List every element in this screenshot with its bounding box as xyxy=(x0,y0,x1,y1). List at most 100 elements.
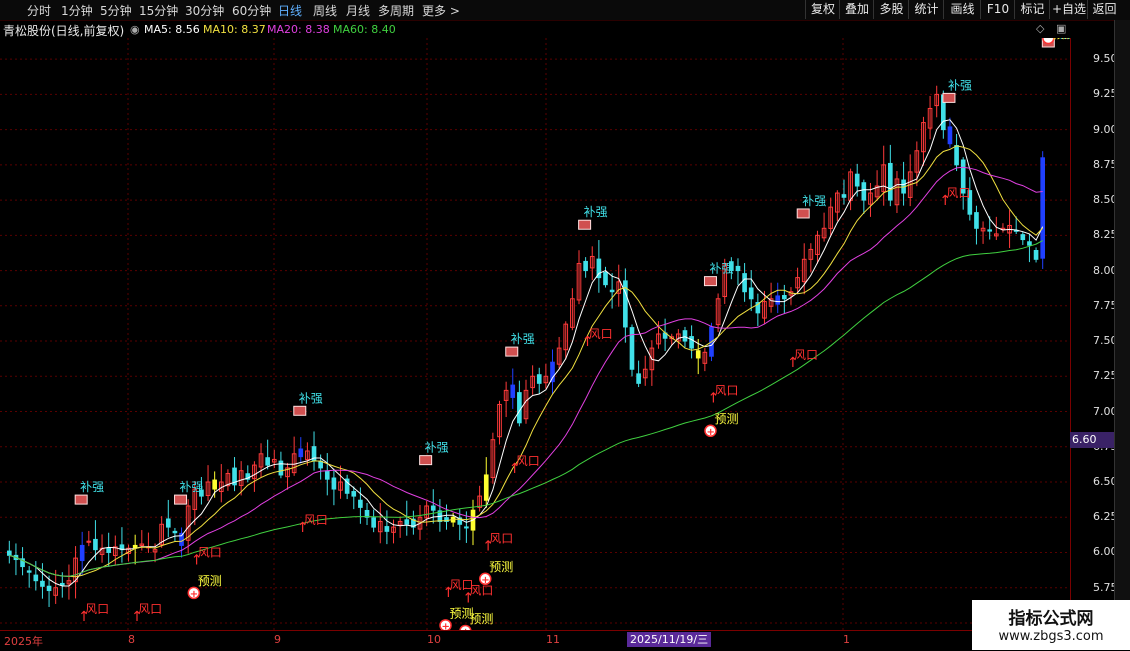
bu-qiang-label: 补强 xyxy=(511,332,535,346)
period-tab-2[interactable]: 5分钟 xyxy=(100,2,132,19)
candle-body xyxy=(1020,234,1026,241)
bu-qiang-label: 补强 xyxy=(584,205,608,219)
toolbar-button-3[interactable]: 统计 xyxy=(908,0,944,19)
candle-body xyxy=(106,547,111,553)
period-tab-5[interactable]: 60分钟 xyxy=(232,2,271,19)
plus-icon: + xyxy=(442,621,450,630)
candle-body xyxy=(841,194,847,198)
toolbar-button-4[interactable]: 画线 xyxy=(943,0,981,19)
period-tab-3[interactable]: 15分钟 xyxy=(139,2,178,19)
current-price-tag: 6.60 xyxy=(1070,432,1116,448)
toolbar-button-2[interactable]: 多股 xyxy=(873,0,909,19)
ma-line-20 xyxy=(9,166,1043,577)
candle-body xyxy=(609,289,615,293)
ma-line-10 xyxy=(9,145,1044,578)
period-tab-10[interactable]: 更多 > xyxy=(422,2,460,19)
candlestick-chart[interactable]: 补强补强补强补强补强补强补强补强补强补强↑风口↑风口↑风口↑风口↑风口↑风口↑风… xyxy=(0,38,1070,630)
candle-body xyxy=(603,271,608,286)
candle-body xyxy=(517,392,522,424)
plus-icon: + xyxy=(706,427,714,438)
toolbar-button-6[interactable]: 标记 xyxy=(1014,0,1050,19)
plus-icon: + xyxy=(481,575,489,586)
bu-qiang-label: 补强 xyxy=(80,480,104,494)
period-tab-4[interactable]: 30分钟 xyxy=(185,2,224,19)
ma20-readout: MA20: 8.38 xyxy=(267,23,330,36)
period-tab-6[interactable]: 日线 xyxy=(278,2,302,19)
candle-body xyxy=(974,212,979,229)
candle-body xyxy=(298,448,304,458)
yu-ce-label: 预测 xyxy=(1052,38,1070,41)
period-tab-7[interactable]: 周线 xyxy=(313,2,337,19)
watermark: 指标公式网 www.zbgs3.com xyxy=(972,600,1130,650)
price-axis: 9.50 9.25 9.00 8.75 8.50 8.25 8.00 7.75 7.50 7.25… xyxy=(1070,38,1118,630)
candle-body xyxy=(1040,157,1046,259)
house-icon xyxy=(578,219,592,230)
yu-ce-label: 预测 xyxy=(489,560,513,574)
toolbar-button-5[interactable]: F10 xyxy=(980,0,1015,19)
date-tick: 9 xyxy=(274,633,281,646)
candle-body xyxy=(33,574,39,582)
feng-kou-label: 风口 xyxy=(304,513,328,527)
candle-body xyxy=(278,460,284,476)
indicator-info-bar: 青松股份(日线,前复权) ◉ MA5: 8.56 MA10: 8.37 MA20… xyxy=(0,20,1070,38)
candle-body xyxy=(464,526,469,529)
candle-body xyxy=(636,373,641,384)
house-icon xyxy=(293,405,307,416)
period-tab-9[interactable]: 多周期 xyxy=(378,2,414,19)
right-side-panel[interactable] xyxy=(1114,20,1130,630)
feng-kou-label: 风口 xyxy=(516,454,540,468)
house-icon xyxy=(703,276,717,287)
house-icon xyxy=(419,455,433,466)
toolbar-button-7[interactable]: +自选 xyxy=(1049,0,1088,19)
feng-kou-label: 风口 xyxy=(489,531,513,545)
toolbar-button-0[interactable]: 复权 xyxy=(805,0,840,19)
feng-kou-label: 风口 xyxy=(198,545,222,559)
feng-kou-label: 风口 xyxy=(794,348,818,362)
watermark-title: 指标公式网 xyxy=(1008,609,1094,629)
candle-body xyxy=(583,260,588,272)
candle-body xyxy=(430,505,436,511)
candle-body xyxy=(682,330,688,342)
candle-body xyxy=(265,457,270,466)
stock-title[interactable]: 青松股份(日线,前复权) xyxy=(3,22,124,39)
candle-body xyxy=(954,145,959,166)
date-axis: 2025/11/19/三 2025年 8 9 10 11 1 xyxy=(0,630,1070,651)
period-tab-0[interactable]: 分时 xyxy=(27,2,51,19)
candle-body xyxy=(695,350,701,359)
diamond-icon[interactable]: ◇ xyxy=(1036,22,1044,35)
window-icon[interactable]: ▣ xyxy=(1056,22,1066,35)
feng-kou-label: 风口 xyxy=(138,602,162,616)
feng-kou-label: 风口 xyxy=(85,602,109,616)
yu-ce-label: 预测 xyxy=(198,574,222,588)
crosshair-date-label: 2025/11/19/三 xyxy=(627,632,712,647)
date-tick: 1 xyxy=(843,633,850,646)
candle-body xyxy=(861,182,867,201)
house-icon xyxy=(505,346,519,357)
candle-body xyxy=(46,585,52,592)
candle-body xyxy=(1027,241,1032,246)
ma-line-5 xyxy=(9,119,1044,587)
date-tick: 10 xyxy=(427,633,441,646)
candle-body xyxy=(93,538,98,551)
bu-qiang-label: 补强 xyxy=(948,78,972,92)
candle-body xyxy=(212,479,217,490)
period-tab-1[interactable]: 1分钟 xyxy=(61,2,93,19)
feng-kou-label: 风口 xyxy=(714,383,738,397)
toolbar-button-1[interactable]: 叠加 xyxy=(839,0,874,19)
yu-ce-label: 预测 xyxy=(469,612,493,626)
house-icon xyxy=(74,494,88,505)
toolbar-button-8[interactable]: 返回 xyxy=(1087,0,1121,19)
house-icon xyxy=(942,92,956,103)
candle-body xyxy=(324,470,330,480)
candle-body xyxy=(351,491,357,497)
period-tab-8[interactable]: 月线 xyxy=(346,2,370,19)
candle-body xyxy=(689,336,694,349)
candle-body xyxy=(172,530,178,534)
bu-qiang-label: 补强 xyxy=(802,194,826,208)
plus-icon: + xyxy=(190,589,198,600)
house-icon xyxy=(174,494,188,505)
bu-qiang-label: 补强 xyxy=(180,480,204,494)
settings-icon[interactable]: ◉ xyxy=(130,23,140,36)
date-tick: 8 xyxy=(128,633,135,646)
candle-body xyxy=(510,384,516,398)
